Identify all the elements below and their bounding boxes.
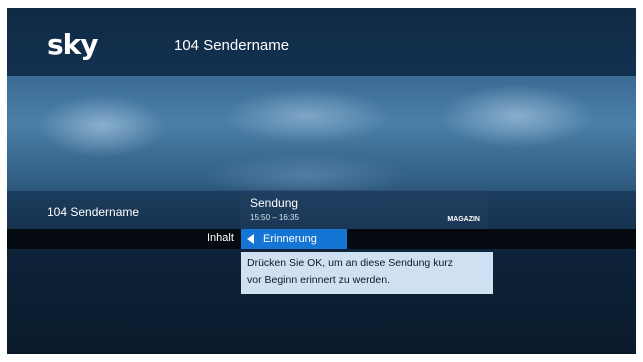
header-channel-title: 104 Sendername xyxy=(174,37,290,54)
program-time: 15:50 – 16:35 xyxy=(250,213,299,222)
program-title: Sendung xyxy=(250,196,299,210)
tooltip-line-1: Drücken Sie OK, um an diese Sendung kurz xyxy=(247,257,454,269)
tooltip-line-2: vor Beginn erinnert zu werden. xyxy=(247,274,390,286)
program-info-row: 104 Sendername Sendung 15:50 – 16:35 MAG… xyxy=(7,190,636,230)
help-tooltip: Drücken Sie OK, um an diese Sendung kurz… xyxy=(241,252,493,294)
preview-background xyxy=(7,76,636,196)
menu-label-inhalt[interactable]: Inhalt xyxy=(207,232,234,244)
option-menu-bar: Inhalt Erinnerung xyxy=(7,229,636,249)
tv-screen: sky 104 Sendername 104 Sendername Sendun… xyxy=(7,8,636,354)
left-arrow-icon xyxy=(247,234,254,244)
program-info-box: Sendung 15:50 – 16:35 MAGAZIN xyxy=(240,191,488,230)
menu-option-erinnerung[interactable]: Erinnerung xyxy=(241,229,347,249)
program-genre: MAGAZIN xyxy=(447,216,480,223)
sky-logo: sky xyxy=(47,28,99,61)
info-channel-name: 104 Sendername xyxy=(47,205,140,219)
menu-option-label: Erinnerung xyxy=(263,233,317,245)
header-background xyxy=(7,8,636,76)
